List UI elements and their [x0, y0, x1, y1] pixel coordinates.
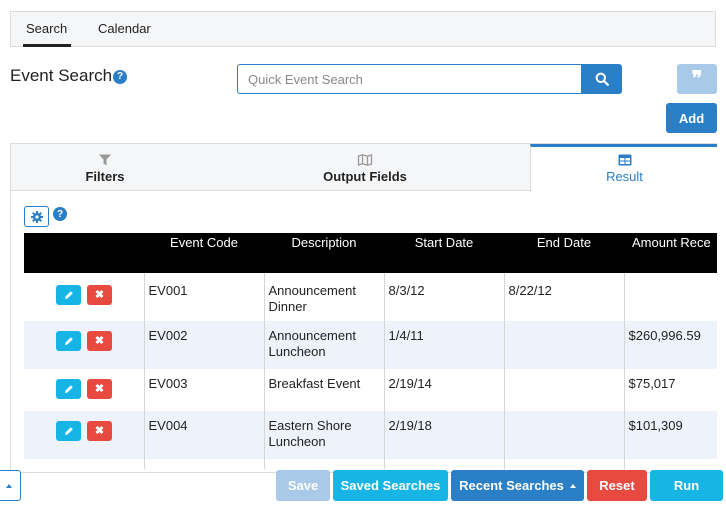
panel-tab-bar: Filters Output Fields Result — [11, 144, 717, 192]
table-icon — [618, 154, 631, 166]
cell-description-line: Announcement — [268, 328, 356, 343]
help-icon[interactable]: ? — [113, 69, 128, 84]
cell-start-date: 8/3/12 — [383, 273, 504, 321]
edit-button[interactable] — [56, 421, 81, 441]
delete-icon: ✖ — [94, 425, 105, 437]
search-panel: Filters Output Fields Result ? Event Cod… — [10, 143, 717, 473]
cell-end-date: 8/22/12 — [503, 273, 624, 321]
cell-amount — [623, 273, 717, 321]
col-start-date-header[interactable]: Start Date — [384, 233, 504, 273]
caret-up-icon — [5, 483, 12, 488]
add-button[interactable]: Add — [666, 103, 717, 133]
pencil-icon — [64, 427, 73, 435]
tab-filters-label: Filters — [85, 169, 125, 184]
cell-end-date — [503, 369, 624, 411]
cell-amount: $75,017 — [623, 369, 717, 411]
row-actions: ✖ — [24, 273, 144, 321]
delete-button[interactable]: ✖ — [87, 379, 112, 399]
col-end-date-header[interactable]: End Date — [504, 233, 624, 273]
cell-event-code: EV001 — [143, 273, 264, 321]
footer-action-bar: Save Saved Searches Recent Searches Rese… — [0, 468, 726, 505]
quote-button[interactable]: ❞ — [677, 64, 717, 94]
table-row: ✖ EV003 Breakfast Event 2/19/14 $75,017 — [24, 369, 717, 411]
active-tab-indicator — [23, 44, 71, 47]
cell-description: Eastern Shore Luncheon — [263, 411, 384, 459]
table-row: ✖ EV004 Eastern Shore Luncheon 2/19/18 $1… — [24, 411, 717, 459]
cell-event-code: EV002 — [143, 321, 264, 369]
col-event-code-header[interactable]: Event Code — [144, 233, 264, 273]
delete-icon: ✖ — [94, 335, 105, 347]
table-header-row: Event Code Description Start Date End Da… — [24, 233, 717, 273]
pencil-icon — [64, 291, 73, 299]
page-title: Event Search? — [10, 66, 128, 86]
cell-start-date: 1/4/11 — [383, 321, 504, 369]
grid-settings-button[interactable] — [24, 206, 49, 227]
delete-button[interactable]: ✖ — [87, 421, 112, 441]
filter-icon — [99, 154, 111, 166]
tab-result[interactable]: Result — [530, 144, 717, 192]
results-table: Event Code Description Start Date End Da… — [24, 233, 717, 469]
col-description-header[interactable]: Description — [264, 233, 384, 273]
gear-icon — [30, 210, 43, 223]
cell-amount: $101,309 — [623, 411, 717, 459]
row-actions: ✖ — [24, 321, 144, 369]
table-row: ✖ EV002 Announcement Luncheon 1/4/11 $260… — [24, 321, 717, 369]
cell-description-line: Luncheon — [268, 344, 326, 359]
delete-icon: ✖ — [94, 289, 105, 301]
delete-button[interactable]: ✖ — [87, 331, 112, 351]
pencil-icon — [64, 385, 73, 393]
cell-description-line: Luncheon — [268, 434, 326, 449]
table-row: ✖ EV001 Announcement Dinner 8/3/12 8/22/1… — [24, 273, 717, 321]
reset-button[interactable]: Reset — [587, 470, 647, 501]
tab-output-fields[interactable]: Output Fields — [271, 144, 459, 191]
cell-event-code: EV003 — [143, 369, 264, 411]
quick-search-field — [237, 64, 582, 94]
cell-description-line: Dinner — [268, 299, 307, 314]
run-button[interactable]: Run — [650, 470, 723, 501]
delete-button[interactable]: ✖ — [87, 285, 112, 305]
scroll-to-top-button[interactable] — [0, 470, 21, 501]
cell-end-date — [503, 321, 624, 369]
cell-start-date: 2/19/14 — [383, 369, 504, 411]
row-actions: ✖ — [24, 369, 144, 411]
cell-description: Breakfast Event — [263, 369, 384, 411]
cell-description-line: Breakfast Event — [268, 376, 361, 391]
map-icon — [357, 154, 373, 166]
tab-calendar[interactable]: Calendar — [98, 21, 151, 36]
quote-icon: ❞ — [691, 68, 703, 90]
col-actions-header — [24, 233, 144, 273]
cell-end-date — [503, 411, 624, 459]
cell-amount: $260,996.59 — [623, 321, 717, 369]
saved-searches-button[interactable]: Saved Searches — [333, 470, 448, 501]
tab-filters[interactable]: Filters — [11, 144, 199, 191]
delete-icon: ✖ — [94, 383, 105, 395]
save-button[interactable]: Save — [276, 470, 330, 501]
grid-help-icon[interactable]: ? — [53, 207, 67, 221]
caret-up-icon — [569, 483, 576, 488]
quick-search-input[interactable] — [238, 65, 581, 93]
cell-description-line: Eastern Shore — [268, 418, 352, 433]
cell-description: Announcement Luncheon — [263, 321, 384, 369]
cell-description-line: Announcement — [268, 283, 356, 298]
pencil-icon — [64, 337, 73, 345]
row-actions: ✖ — [24, 411, 144, 459]
top-tab-bar: Search Calendar — [10, 11, 716, 47]
edit-button[interactable] — [56, 379, 81, 399]
cell-description: Announcement Dinner — [263, 273, 384, 321]
cell-event-code: EV004 — [143, 411, 264, 459]
tab-output-fields-label: Output Fields — [323, 169, 407, 184]
cell-start-date: 2/19/18 — [383, 411, 504, 459]
page-title-text: Event Search — [10, 66, 113, 85]
recent-searches-button[interactable]: Recent Searches — [451, 470, 584, 501]
edit-button[interactable] — [56, 331, 81, 351]
tab-search[interactable]: Search — [26, 21, 67, 36]
search-button[interactable] — [581, 64, 622, 94]
col-amount-header[interactable]: Amount Rece — [624, 233, 717, 273]
edit-button[interactable] — [56, 285, 81, 305]
tab-result-label: Result — [606, 169, 643, 184]
search-icon — [595, 72, 609, 86]
recent-searches-label: Recent Searches — [459, 478, 564, 493]
